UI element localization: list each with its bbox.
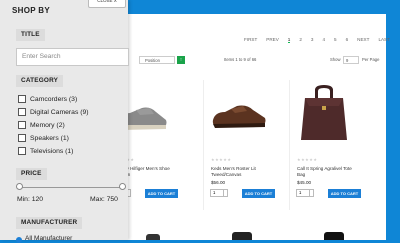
arrow-up-icon: ↑ bbox=[179, 57, 183, 63]
checkbox[interactable] bbox=[18, 95, 26, 103]
price-filter-heading: PRICE bbox=[16, 168, 47, 180]
pager-page-5[interactable]: 5 bbox=[334, 37, 337, 43]
quantity-input[interactable]: 1 bbox=[210, 189, 224, 197]
product-image-next-row bbox=[146, 234, 160, 240]
product-price: $45.00 bbox=[297, 180, 312, 185]
quantity-stepper[interactable] bbox=[224, 189, 228, 197]
price-max-value: Max: 750 bbox=[90, 196, 118, 203]
category-label: Digital Cameras (9) bbox=[30, 108, 89, 116]
shop-by-title: SHOP BY bbox=[12, 6, 50, 15]
shop-by-sidebar: CLOSE X SHOP BY TITLE Enter Search CATEG… bbox=[0, 0, 129, 243]
price-slider-track[interactable] bbox=[20, 187, 123, 188]
product-name[interactable]: Keds Men's Roster Lit Tweed/Canvas bbox=[211, 166, 269, 178]
product-card: ★★★★★ Call It Spring Agralivel Tote Bag … bbox=[291, 80, 361, 210]
title-filter-heading: TITLE bbox=[16, 29, 45, 41]
checkbox[interactable] bbox=[18, 134, 26, 142]
pager-page-4[interactable]: 4 bbox=[322, 37, 325, 43]
search-placeholder: Enter Search bbox=[22, 53, 61, 60]
category-option-digital-cameras[interactable]: Digital Cameras (9) bbox=[18, 108, 89, 116]
items-count: Items 1 to 9 of 66 bbox=[224, 57, 257, 62]
add-to-cart-button[interactable]: ADD TO CART bbox=[242, 189, 275, 198]
sort-select[interactable]: Position bbox=[139, 56, 175, 64]
rating-stars: ★★★★★ bbox=[297, 157, 318, 162]
card-divider bbox=[289, 80, 290, 210]
close-filter-button[interactable]: CLOSE X bbox=[88, 0, 126, 8]
pager-next[interactable]: NEXT bbox=[357, 37, 369, 43]
checkbox[interactable] bbox=[18, 147, 26, 155]
add-to-cart-button[interactable]: ADD TO CART bbox=[145, 189, 178, 198]
manufacturer-option-label: All Manufacturer bbox=[25, 235, 73, 242]
pager-last[interactable]: LAST bbox=[378, 37, 390, 43]
pagination: FIRST PREV 1 2 3 4 5 6 NEXT LAST bbox=[244, 37, 399, 43]
pager-page-1[interactable]: 1 bbox=[287, 37, 291, 43]
product-image-next-row bbox=[232, 232, 252, 240]
manufacturer-filter-heading: MANUFACTURER bbox=[16, 217, 83, 229]
quantity-input[interactable]: 1 bbox=[296, 189, 310, 197]
product-image-next-row bbox=[324, 232, 344, 240]
search-input[interactable]: Enter Search bbox=[16, 48, 129, 66]
category-label: Memory (2) bbox=[30, 121, 65, 129]
product-price: $56.00 bbox=[211, 180, 226, 185]
product-name[interactable]: Call It Spring Agralivel Tote Bag bbox=[297, 166, 355, 178]
pager-page-6[interactable]: 6 bbox=[346, 37, 349, 43]
sort-toolbar: Position ↑ Items 1 to 9 of 66 Show 9 Per… bbox=[136, 56, 388, 66]
quantity-stepper[interactable] bbox=[310, 189, 314, 197]
add-to-cart-button[interactable]: ADD TO CART bbox=[328, 189, 361, 198]
pager-page-2[interactable]: 2 bbox=[299, 37, 302, 43]
show-label: Show bbox=[330, 57, 341, 62]
pager-first[interactable]: FIRST bbox=[244, 37, 257, 43]
product-image-tote-bag[interactable] bbox=[293, 84, 355, 144]
checkbox[interactable] bbox=[18, 121, 26, 129]
card-divider bbox=[203, 80, 204, 210]
price-slider-min-handle[interactable] bbox=[16, 183, 23, 190]
category-label: Speakers (1) bbox=[30, 134, 69, 142]
per-page-label: Per Page bbox=[362, 57, 380, 62]
category-filter-heading: CATEGORY bbox=[16, 75, 64, 87]
sort-direction-button[interactable]: ↑ bbox=[177, 56, 185, 64]
page: FIRST PREV 1 2 3 4 5 6 NEXT LAST Positio… bbox=[0, 0, 400, 243]
category-option-televisions[interactable]: Televisions (1) bbox=[18, 147, 73, 155]
rating-stars: ★★★★★ bbox=[211, 157, 232, 162]
checkbox[interactable] bbox=[18, 108, 26, 116]
product-card: ★★★★★ Keds Men's Roster Lit Tweed/Canvas… bbox=[205, 80, 275, 210]
category-label: Televisions (1) bbox=[30, 147, 74, 155]
pager-page-3[interactable]: 3 bbox=[311, 37, 314, 43]
pager-prev[interactable]: PREV bbox=[266, 37, 279, 43]
category-option-memory[interactable]: Memory (2) bbox=[18, 121, 65, 129]
product-image-shoe-brown[interactable] bbox=[207, 84, 269, 144]
manufacturer-radio[interactable] bbox=[16, 237, 22, 243]
category-label: Camcorders (3) bbox=[30, 95, 78, 103]
per-page-select[interactable]: 9 bbox=[343, 56, 359, 64]
category-option-speakers[interactable]: Speakers (1) bbox=[18, 134, 69, 142]
price-slider-max-handle[interactable] bbox=[119, 183, 126, 190]
category-option-camcorders[interactable]: Camcorders (3) bbox=[18, 95, 77, 103]
price-min-value: Min: 120 bbox=[17, 196, 44, 203]
